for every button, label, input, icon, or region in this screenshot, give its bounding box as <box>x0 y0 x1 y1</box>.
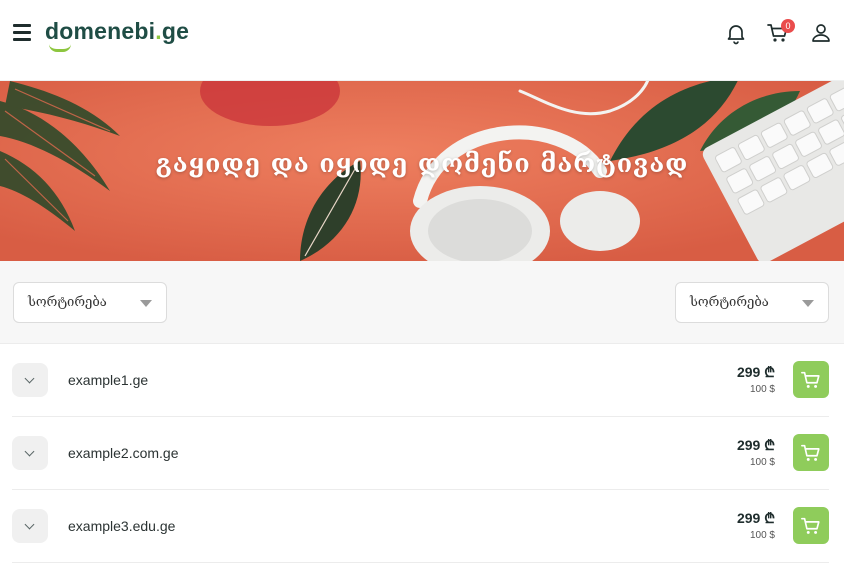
logo-smile-mark <box>49 44 71 52</box>
domain-row: example3.edu.ge 299 ₾ 100 $ <box>12 490 829 563</box>
sort-select-label: სორტირება <box>690 295 769 310</box>
bell-icon[interactable] <box>724 21 748 45</box>
site-logo[interactable]: domenebi. ge <box>45 18 189 52</box>
cart-icon <box>801 444 820 461</box>
sort-select-label: სორტირება <box>28 295 107 310</box>
top-header: domenebi. ge 0 <box>0 0 844 81</box>
chevron-down-icon[interactable] <box>12 509 48 543</box>
hero-title: გაყიდე და იყიდე დომენი მარტივად <box>155 149 689 178</box>
domain-row: example2.com.ge 299 ₾ 100 $ <box>12 417 829 490</box>
price-gel: 299 ₾ <box>736 364 775 380</box>
add-to-cart-button[interactable] <box>793 507 829 544</box>
price-gel: 299 ₾ <box>736 510 775 526</box>
add-to-cart-button[interactable] <box>793 434 829 471</box>
domain-row: example1.ge 299 ₾ 100 $ <box>12 344 829 417</box>
caret-down-icon <box>802 300 814 307</box>
filter-bar: სორტირება სორტირება <box>0 261 844 344</box>
domain-name[interactable]: example3.edu.ge <box>68 518 175 534</box>
cart-icon <box>801 517 820 534</box>
price-usd: 100 $ <box>749 457 775 468</box>
cart-icon <box>801 371 820 388</box>
hero-banner: გაყიდე და იყიდე დომენი მარტივად <box>0 81 844 261</box>
add-to-cart-button[interactable] <box>793 361 829 398</box>
domain-name[interactable]: example2.com.ge <box>68 445 179 461</box>
hamburger-menu-icon[interactable] <box>13 24 31 41</box>
sort-select-left[interactable]: სორტირება <box>13 282 167 323</box>
sort-select-right[interactable]: სორტირება <box>675 282 829 323</box>
price-usd: 100 $ <box>749 384 775 395</box>
domain-name[interactable]: example1.ge <box>68 372 148 388</box>
caret-down-icon <box>140 300 152 307</box>
chevron-down-icon[interactable] <box>12 436 48 470</box>
chevron-down-icon[interactable] <box>12 363 48 397</box>
user-icon[interactable] <box>809 21 833 45</box>
price-usd: 100 $ <box>749 530 775 541</box>
cart-count-badge: 0 <box>781 19 795 33</box>
price-gel: 299 ₾ <box>736 437 775 453</box>
